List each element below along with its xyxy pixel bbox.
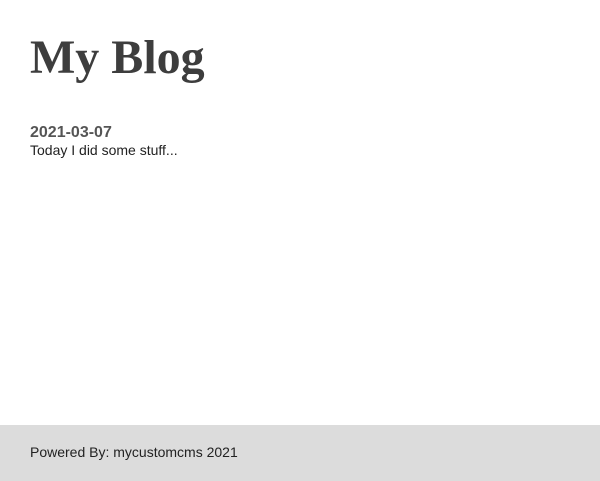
blog-post: 2021-03-07 Today I did some stuff... [30, 124, 570, 159]
site-footer: Powered By: mycustomcms 2021 [0, 425, 600, 481]
site-title: My Blog [30, 31, 205, 84]
page-main: My Blog 2021-03-07 Today I did some stuf… [0, 0, 600, 425]
footer-text: Powered By: mycustomcms 2021 [30, 444, 238, 460]
post-date: 2021-03-07 [30, 124, 112, 141]
post-body: Today I did some stuff... [30, 142, 178, 158]
